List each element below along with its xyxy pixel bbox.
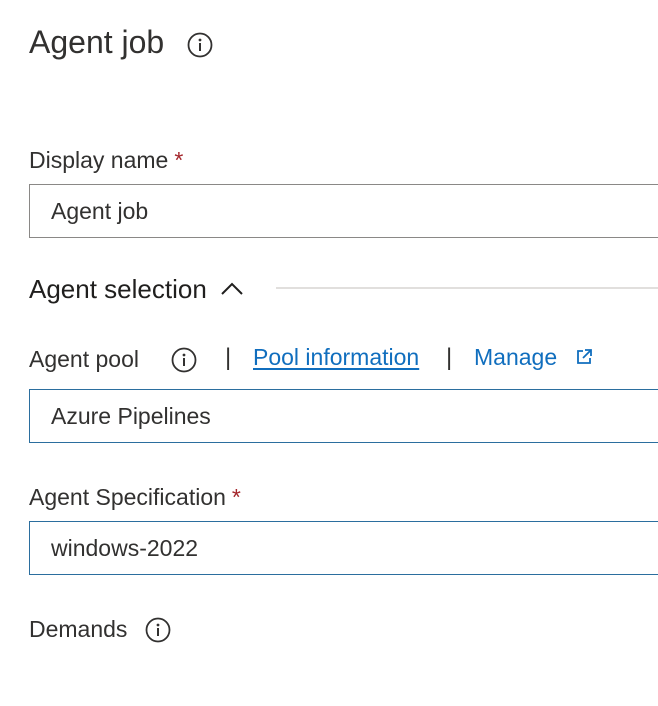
agent-pool-label-text: Agent pool xyxy=(29,346,139,372)
info-icon[interactable] xyxy=(145,617,171,643)
manage-link[interactable]: Manage xyxy=(474,341,557,373)
pool-information-link[interactable]: Pool information xyxy=(253,341,419,373)
display-name-field[interactable] xyxy=(29,184,658,238)
page-title: Agent job xyxy=(29,20,164,64)
required-mark: * xyxy=(174,147,184,173)
info-icon[interactable] xyxy=(171,347,197,373)
agent-specification-label-text: Agent Specification xyxy=(29,484,226,510)
agent-pool-select[interactable] xyxy=(29,389,658,443)
display-name-label: Display name * xyxy=(29,144,183,176)
chevron-up-icon xyxy=(219,276,245,302)
demands-label: Demands xyxy=(29,613,127,645)
agent-specification-select[interactable] xyxy=(29,521,658,575)
required-mark: * xyxy=(231,484,241,510)
agent-specification-label: Agent Specification * xyxy=(29,481,241,513)
info-icon[interactable] xyxy=(187,32,213,58)
agent-selection-toggle[interactable]: Agent selection xyxy=(29,272,245,306)
separator: | xyxy=(225,344,232,371)
display-name-label-text: Display name xyxy=(29,147,169,173)
section-divider xyxy=(276,287,658,289)
agent-selection-title: Agent selection xyxy=(29,274,207,304)
agent-pool-label: Agent pool xyxy=(29,343,139,375)
external-link-icon[interactable] xyxy=(575,348,593,366)
demands-label-text: Demands xyxy=(29,616,128,642)
page-title-text: Agent job xyxy=(29,24,165,60)
separator: | xyxy=(446,344,453,371)
